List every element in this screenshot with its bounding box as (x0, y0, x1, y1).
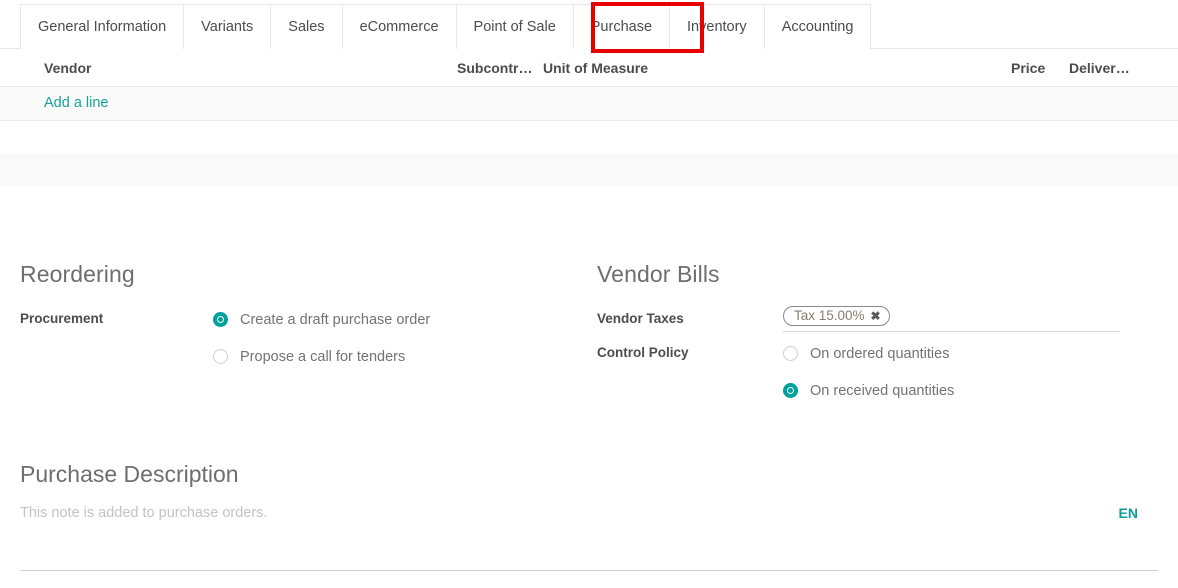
close-icon[interactable]: ✖ (871, 310, 881, 322)
control-policy-option-label: On ordered quantities (810, 345, 950, 362)
procurement-field-row: Procurement Create a draft purchase orde… (20, 305, 580, 371)
reordering-title: Reordering (20, 261, 135, 287)
tab-point-of-sale[interactable]: Point of Sale (455, 4, 573, 49)
control-policy-option-label: On received quantities (810, 382, 955, 399)
column-header-delivery-lead-time: Deliver… (1069, 60, 1130, 76)
tab-accounting[interactable]: Accounting (763, 4, 872, 49)
tax-tag-label: Tax 15.00% (794, 308, 865, 324)
control-policy-field-row: Control Policy On ordered quantities On … (597, 339, 1157, 405)
vendor-taxes-field-value: Tax 15.00% ✖ (783, 305, 1157, 333)
purchase-description-placeholder: This note is added to purchase orders. (20, 505, 268, 522)
purchase-description-textarea[interactable]: This note is added to purchase orders. E… (20, 503, 1158, 572)
vendor-pricelist-list: Vendor Subcontr… Unit of Measure Price D… (0, 50, 1178, 121)
procurement-label: Procurement (20, 311, 104, 327)
section-separator-band (0, 153, 1178, 186)
procurement-option-draft-purchase-order[interactable]: Create a draft purchase order (213, 305, 580, 334)
radio-selected-icon[interactable] (213, 312, 228, 328)
vendor-list-header-row: Vendor Subcontr… Unit of Measure Price D… (0, 50, 1178, 87)
column-header-vendor: Vendor (44, 60, 92, 76)
radio-selected-icon[interactable] (783, 383, 798, 399)
add-a-line-link[interactable]: Add a line (44, 95, 109, 111)
tab-sales[interactable]: Sales (270, 4, 342, 49)
column-header-subcontracting: Subcontr… (457, 60, 533, 76)
language-badge[interactable]: EN (1119, 505, 1138, 521)
control-policy-option-on-ordered-quantities[interactable]: On ordered quantities (783, 339, 1157, 368)
tax-tag[interactable]: Tax 15.00% ✖ (783, 306, 890, 327)
control-policy-option-on-received-quantities[interactable]: On received quantities (783, 376, 1157, 405)
add-line-row[interactable]: Add a line (0, 87, 1178, 121)
tab-purchase[interactable]: Purchase (572, 4, 670, 49)
procurement-option-label: Propose a call for tenders (240, 348, 406, 365)
vendor-bills-title: Vendor Bills (597, 261, 720, 287)
tab-ecommerce[interactable]: eCommerce (341, 4, 456, 49)
tab-variants[interactable]: Variants (183, 4, 271, 49)
procurement-option-label: Create a draft purchase order (240, 311, 431, 328)
vendor-bills-group: Vendor Bills Vendor Taxes Tax 15.00% ✖ C… (597, 261, 1157, 407)
tab-general-information[interactable]: General Information (20, 4, 184, 49)
vendor-taxes-field-row: Vendor Taxes Tax 15.00% ✖ (597, 305, 1157, 333)
radio-unselected-icon[interactable] (783, 346, 798, 362)
tab-inventory[interactable]: Inventory (669, 4, 764, 49)
notebook-tabs: General Information Variants Sales eComm… (20, 4, 872, 49)
procurement-option-call-for-tenders[interactable]: Propose a call for tenders (213, 342, 580, 371)
notebook-tab-bar: General Information Variants Sales eComm… (0, 0, 1178, 49)
procurement-radio-group: Create a draft purchase order Propose a … (213, 305, 580, 371)
control-policy-label: Control Policy (597, 345, 689, 361)
vendor-taxes-label: Vendor Taxes (597, 311, 684, 327)
vendor-taxes-input[interactable]: Tax 15.00% ✖ (783, 305, 1120, 333)
reordering-group: Reordering Procurement Create a draft pu… (20, 261, 580, 373)
column-header-unit-of-measure: Unit of Measure (543, 60, 649, 76)
control-policy-radio-group: On ordered quantities On received quanti… (783, 339, 1157, 405)
column-header-price: Price (1011, 60, 1046, 76)
purchase-description-title: Purchase Description (20, 461, 239, 487)
radio-unselected-icon[interactable] (213, 349, 228, 365)
purchase-description-section: Purchase Description This note is added … (20, 461, 1158, 572)
